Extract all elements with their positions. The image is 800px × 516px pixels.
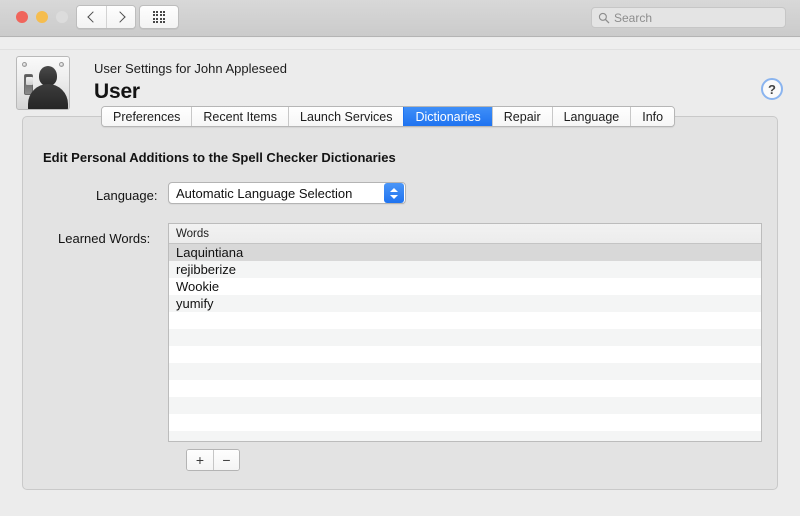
chevron-updown-icon <box>384 183 404 203</box>
page-title: User <box>94 80 140 103</box>
chevron-right-icon <box>113 11 126 23</box>
screw-left-icon <box>22 62 27 67</box>
language-label: Language: <box>96 188 158 203</box>
section-heading: Edit Personal Additions to the Spell Che… <box>43 150 396 165</box>
search-placeholder: Search <box>614 10 653 25</box>
add-word-button[interactable]: + <box>187 450 213 470</box>
table-row[interactable] <box>169 431 761 441</box>
table-row[interactable] <box>169 363 761 380</box>
forward-button[interactable] <box>106 6 135 28</box>
show-all-settings-button[interactable] <box>139 5 179 29</box>
grid-dots-icon <box>152 10 166 24</box>
tab-info[interactable]: Info <box>630 107 675 126</box>
table-body: Laquintiana rejibberize Wookie yumify <box>169 244 761 441</box>
traffic-light-group <box>16 11 68 23</box>
person-head-shape <box>39 66 57 86</box>
table-row[interactable] <box>169 312 761 329</box>
language-select[interactable]: Automatic Language Selection <box>168 182 406 204</box>
minimize-window-button[interactable] <box>36 11 48 23</box>
tab-dictionaries[interactable]: Dictionaries <box>403 107 492 126</box>
remove-word-button[interactable]: − <box>213 450 239 470</box>
table-row[interactable] <box>169 380 761 397</box>
help-button[interactable]: ? <box>761 78 783 100</box>
close-window-button[interactable] <box>16 11 28 23</box>
learned-words-label: Learned Words: <box>58 231 151 246</box>
table-row[interactable] <box>169 346 761 363</box>
pane-subtitle: User Settings for John Appleseed <box>94 61 287 76</box>
table-row[interactable]: yumify <box>169 295 761 312</box>
person-body-shape <box>28 84 68 109</box>
search-icon <box>598 12 610 23</box>
tab-language[interactable]: Language <box>551 107 631 126</box>
table-row[interactable]: rejibberize <box>169 261 761 278</box>
dictionaries-panel: Edit Personal Additions to the Spell Che… <box>22 116 778 490</box>
back-button[interactable] <box>77 6 106 28</box>
language-selected-value: Automatic Language Selection <box>176 185 353 201</box>
table-row[interactable] <box>169 329 761 346</box>
header-divider-band <box>0 38 800 50</box>
table-row[interactable]: Wookie <box>169 278 761 295</box>
zoom-window-button[interactable] <box>56 11 68 23</box>
tab-repair[interactable]: Repair <box>491 107 552 126</box>
column-header-words: Words <box>176 227 210 240</box>
tab-preferences[interactable]: Preferences <box>102 107 192 126</box>
user-panel-icon <box>16 56 70 110</box>
search-input[interactable]: Search <box>591 7 786 28</box>
settings-window: Search User Settings for John Appleseed … <box>0 0 800 516</box>
learned-words-table[interactable]: Words Laquintiana rejibberize Wookie yum… <box>168 223 762 442</box>
tab-recent-items[interactable]: Recent Items <box>191 107 289 126</box>
screw-right-icon <box>59 62 64 67</box>
navigation-buttons <box>76 5 136 29</box>
pane-header: User Settings for John Appleseed User ? <box>0 51 800 113</box>
table-row[interactable] <box>169 414 761 431</box>
table-header-row: Words <box>169 224 761 244</box>
table-row[interactable]: Laquintiana <box>169 244 761 261</box>
add-remove-control: + − <box>186 449 240 471</box>
table-row[interactable] <box>169 397 761 414</box>
window-toolbar: Search <box>0 0 800 37</box>
tab-launch-services[interactable]: Launch Services <box>288 107 404 126</box>
tab-bar: Preferences Recent Items Launch Services… <box>101 106 676 127</box>
chevron-left-icon <box>87 11 99 23</box>
